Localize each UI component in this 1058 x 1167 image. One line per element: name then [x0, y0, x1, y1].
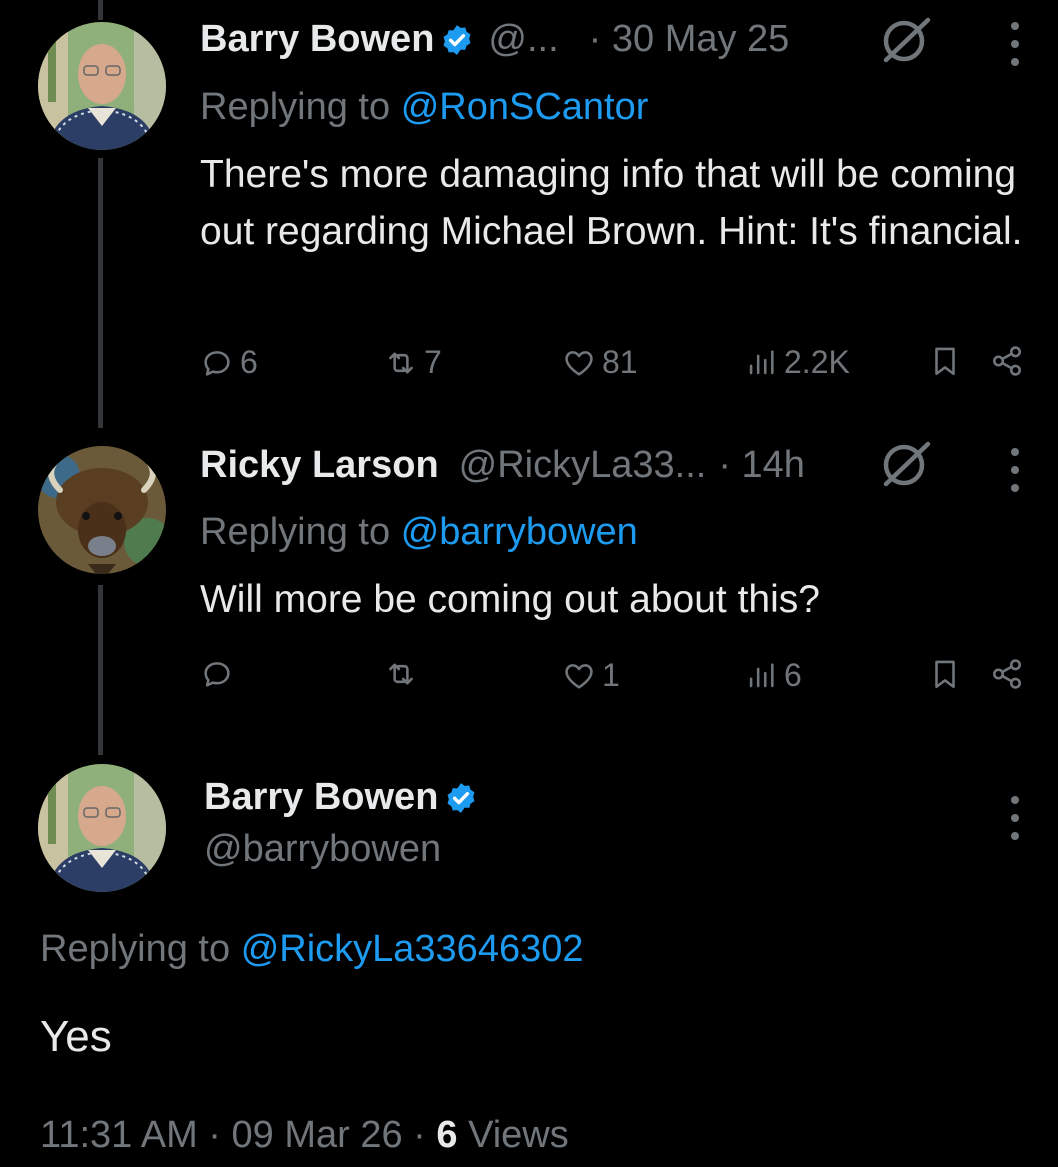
views-count: 2.2K — [784, 344, 850, 380]
reply-handle-link[interactable]: @RonSCantor — [401, 86, 649, 128]
like-icon — [565, 663, 593, 689]
repost-icon — [389, 663, 413, 685]
views-count: 6 — [436, 1114, 458, 1156]
bookmark-button[interactable] — [928, 657, 962, 691]
replying-to: Replying to @RickyLa33646302 — [40, 928, 584, 971]
more-options-icon[interactable] — [1009, 448, 1021, 492]
like-icon — [565, 350, 593, 376]
replying-to-label: Replying to — [200, 511, 391, 553]
bookmark-icon — [935, 660, 955, 689]
replying-to-label: Replying to — [40, 928, 231, 970]
author-name[interactable]: Ricky Larson — [200, 444, 439, 487]
more-options-icon[interactable] — [1009, 22, 1021, 66]
more-options-icon[interactable] — [1009, 796, 1021, 840]
tweet-text: There's more damaging info that will be … — [200, 153, 1023, 253]
author-handle[interactable]: @... — [488, 18, 558, 61]
avatar-barry-bowen[interactable] — [38, 764, 166, 892]
grok-icon[interactable] — [876, 440, 936, 488]
thread-line-1 — [98, 158, 103, 428]
tweet-2-header: Ricky Larson @RickyLa33... · 14h — [200, 444, 805, 487]
like-button[interactable]: 1 — [562, 657, 620, 694]
tweet-1-header: Barry Bowen @... · 30 May 25 — [200, 18, 789, 61]
views-button[interactable]: 2.2K — [744, 344, 850, 381]
tweet-meta: 11:31 AM · 09 Mar 26 · 6 Views — [40, 1114, 569, 1157]
repost-button[interactable] — [384, 657, 424, 691]
replying-to: Replying to @RonSCantor — [200, 86, 648, 129]
author-handle[interactable]: @RickyLa33... — [459, 444, 707, 487]
reply-handle-link[interactable]: @barrybowen — [401, 511, 638, 553]
thread-line-2 — [98, 585, 103, 755]
tweet-text: Will more be coming out about this? — [200, 578, 820, 621]
views-count: 6 — [784, 657, 802, 693]
author-name[interactable]: Barry Bowen — [204, 776, 438, 819]
repost-icon — [389, 352, 413, 373]
reply-icon — [204, 662, 230, 687]
share-icon — [992, 659, 1022, 689]
reply-button[interactable] — [200, 657, 240, 691]
grok-icon[interactable] — [876, 16, 936, 64]
share-button[interactable] — [990, 657, 1024, 691]
like-button[interactable]: 81 — [562, 344, 638, 381]
author-handle[interactable]: @barrybowen — [204, 828, 441, 871]
reply-button[interactable]: 6 — [200, 344, 258, 381]
replying-to: Replying to @barrybowen — [200, 511, 638, 554]
tweet-time[interactable]: · 14h — [718, 444, 805, 487]
like-count: 1 — [602, 657, 620, 693]
repost-button[interactable]: 7 — [384, 344, 442, 381]
thread-line-top — [98, 0, 103, 20]
replying-to-label: Replying to — [200, 86, 391, 128]
avatar-barry-bowen[interactable] — [38, 22, 166, 150]
tweet-text: Yes — [40, 1012, 112, 1061]
reply-handle-link[interactable]: @RickyLa33646302 — [241, 928, 584, 970]
like-count: 81 — [602, 344, 638, 380]
reply-icon — [204, 350, 230, 376]
reply-count: 6 — [240, 344, 258, 380]
bookmark-button[interactable] — [928, 344, 962, 378]
bookmark-icon — [935, 347, 955, 376]
author-name[interactable]: Barry Bowen — [200, 18, 434, 61]
tweet-time[interactable]: · 30 May 25 — [589, 18, 790, 61]
share-button[interactable] — [990, 344, 1024, 378]
verified-badge-icon — [447, 782, 475, 813]
verified-badge-icon — [443, 24, 471, 55]
main-tweet-header: Barry Bowen — [204, 776, 478, 819]
views-icon — [749, 662, 774, 687]
repost-count: 7 — [424, 344, 442, 380]
views-icon — [749, 349, 774, 374]
views-label: Views — [457, 1114, 569, 1156]
tweet-timestamp[interactable]: 11:31 AM · 09 Mar 26 · — [40, 1114, 436, 1156]
avatar-ricky-larson[interactable] — [38, 446, 166, 574]
share-icon — [992, 346, 1022, 376]
views-button[interactable]: 6 — [744, 657, 802, 694]
